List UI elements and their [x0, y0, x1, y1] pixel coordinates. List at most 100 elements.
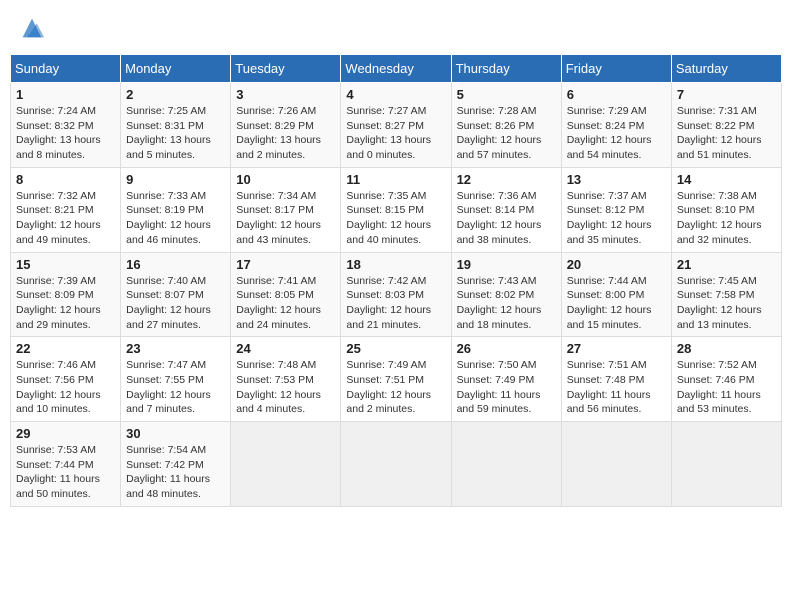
calendar-day-cell: 30Sunrise: 7:54 AMSunset: 7:42 PMDayligh…	[121, 422, 231, 507]
day-number: 7	[677, 87, 776, 102]
day-info: Sunrise: 7:40 AMSunset: 8:07 PMDaylight:…	[126, 274, 225, 333]
day-number: 19	[457, 257, 556, 272]
day-info: Sunrise: 7:46 AMSunset: 7:56 PMDaylight:…	[16, 358, 115, 417]
calendar-day-cell: 13 Sunrise: 7:37 AMSunset: 8:12 PMDayligh…	[561, 167, 671, 252]
day-number: 25	[346, 341, 445, 356]
day-info: Sunrise: 7:50 AMSunset: 7:49 PMDaylight:…	[457, 358, 556, 417]
day-number: 26	[457, 341, 556, 356]
day-number: 22	[16, 341, 115, 356]
calendar-day-cell: 10 Sunrise: 7:34 AMSunset: 8:17 PMDayligh…	[231, 167, 341, 252]
day-info: Sunrise: 7:48 AMSunset: 7:53 PMDaylight:…	[236, 358, 335, 417]
calendar-day-cell: 5 Sunrise: 7:28 AMSunset: 8:26 PMDaylight…	[451, 83, 561, 168]
calendar-week-row: 1Sunrise: 7:24 AMSunset: 8:32 PMDaylight…	[11, 83, 782, 168]
calendar-day-cell: 27 Sunrise: 7:51 AMSunset: 7:48 PMDayligh…	[561, 337, 671, 422]
day-number: 8	[16, 172, 115, 187]
calendar-day-cell	[671, 422, 781, 507]
day-number: 6	[567, 87, 666, 102]
day-number: 3	[236, 87, 335, 102]
calendar-day-cell: 1Sunrise: 7:24 AMSunset: 8:32 PMDaylight…	[11, 83, 121, 168]
day-info: Sunrise: 7:43 AMSunset: 8:02 PMDaylight:…	[457, 274, 556, 333]
calendar-week-row: 29 Sunrise: 7:53 AMSunset: 7:44 PMDayligh…	[11, 422, 782, 507]
day-number: 21	[677, 257, 776, 272]
day-info: Sunrise: 7:32 AMSunset: 8:21 PMDaylight:…	[16, 189, 115, 248]
day-info: Sunrise: 7:33 AMSunset: 8:19 PMDaylight:…	[126, 189, 225, 248]
calendar-week-row: 22 Sunrise: 7:46 AMSunset: 7:56 PMDayligh…	[11, 337, 782, 422]
day-info: Sunrise: 7:42 AMSunset: 8:03 PMDaylight:…	[346, 274, 445, 333]
calendar-day-cell: 19 Sunrise: 7:43 AMSunset: 8:02 PMDayligh…	[451, 252, 561, 337]
column-header-wednesday: Wednesday	[341, 55, 451, 83]
calendar-day-cell: 24 Sunrise: 7:48 AMSunset: 7:53 PMDayligh…	[231, 337, 341, 422]
day-number: 2	[126, 87, 225, 102]
calendar-day-cell: 4 Sunrise: 7:27 AMSunset: 8:27 PMDaylight…	[341, 83, 451, 168]
calendar-day-cell: 17 Sunrise: 7:41 AMSunset: 8:05 PMDayligh…	[231, 252, 341, 337]
calendar-day-cell	[451, 422, 561, 507]
calendar-day-cell	[561, 422, 671, 507]
calendar-day-cell: 2 Sunrise: 7:25 AMSunset: 8:31 PMDaylight…	[121, 83, 231, 168]
day-info: Sunrise: 7:47 AMSunset: 7:55 PMDaylight:…	[126, 358, 225, 417]
day-info: Sunrise: 7:54 AMSunset: 7:42 PMDaylight:…	[126, 443, 225, 502]
header	[10, 10, 782, 46]
day-number: 27	[567, 341, 666, 356]
day-info: Sunrise: 7:38 AMSunset: 8:10 PMDaylight:…	[677, 189, 776, 248]
day-number: 28	[677, 341, 776, 356]
calendar-day-cell	[231, 422, 341, 507]
day-info: Sunrise: 7:41 AMSunset: 8:05 PMDaylight:…	[236, 274, 335, 333]
day-info: Sunrise: 7:37 AMSunset: 8:12 PMDaylight:…	[567, 189, 666, 248]
day-info: Sunrise: 7:52 AMSunset: 7:46 PMDaylight:…	[677, 358, 776, 417]
calendar-day-cell: 20 Sunrise: 7:44 AMSunset: 8:00 PMDayligh…	[561, 252, 671, 337]
day-info: Sunrise: 7:51 AMSunset: 7:48 PMDaylight:…	[567, 358, 666, 417]
day-info: Sunrise: 7:36 AMSunset: 8:14 PMDaylight:…	[457, 189, 556, 248]
day-number: 12	[457, 172, 556, 187]
day-info: Sunrise: 7:49 AMSunset: 7:51 PMDaylight:…	[346, 358, 445, 417]
calendar-day-cell: 18Sunrise: 7:42 AMSunset: 8:03 PMDayligh…	[341, 252, 451, 337]
calendar-day-cell: 16Sunrise: 7:40 AMSunset: 8:07 PMDayligh…	[121, 252, 231, 337]
day-info: Sunrise: 7:27 AMSunset: 8:27 PMDaylight:…	[346, 104, 445, 163]
column-header-thursday: Thursday	[451, 55, 561, 83]
day-number: 5	[457, 87, 556, 102]
calendar-day-cell: 14 Sunrise: 7:38 AMSunset: 8:10 PMDayligh…	[671, 167, 781, 252]
day-info: Sunrise: 7:25 AMSunset: 8:31 PMDaylight:…	[126, 104, 225, 163]
calendar-day-cell: 8 Sunrise: 7:32 AMSunset: 8:21 PMDaylight…	[11, 167, 121, 252]
calendar-day-cell	[341, 422, 451, 507]
day-number: 14	[677, 172, 776, 187]
day-number: 4	[346, 87, 445, 102]
day-info: Sunrise: 7:29 AMSunset: 8:24 PMDaylight:…	[567, 104, 666, 163]
day-info: Sunrise: 7:34 AMSunset: 8:17 PMDaylight:…	[236, 189, 335, 248]
column-header-tuesday: Tuesday	[231, 55, 341, 83]
calendar-day-cell: 7Sunrise: 7:31 AMSunset: 8:22 PMDaylight…	[671, 83, 781, 168]
logo-icon	[18, 14, 46, 42]
calendar-day-cell: 28 Sunrise: 7:52 AMSunset: 7:46 PMDayligh…	[671, 337, 781, 422]
calendar-day-cell: 25 Sunrise: 7:49 AMSunset: 7:51 PMDayligh…	[341, 337, 451, 422]
day-info: Sunrise: 7:44 AMSunset: 8:00 PMDaylight:…	[567, 274, 666, 333]
day-info: Sunrise: 7:39 AMSunset: 8:09 PMDaylight:…	[16, 274, 115, 333]
calendar-day-cell: 15 Sunrise: 7:39 AMSunset: 8:09 PMDayligh…	[11, 252, 121, 337]
calendar-day-cell: 22 Sunrise: 7:46 AMSunset: 7:56 PMDayligh…	[11, 337, 121, 422]
day-number: 15	[16, 257, 115, 272]
day-number: 24	[236, 341, 335, 356]
day-number: 23	[126, 341, 225, 356]
column-header-friday: Friday	[561, 55, 671, 83]
day-info: Sunrise: 7:53 AMSunset: 7:44 PMDaylight:…	[16, 443, 115, 502]
logo	[16, 14, 46, 42]
column-header-saturday: Saturday	[671, 55, 781, 83]
day-number: 29	[16, 426, 115, 441]
calendar-day-cell: 21Sunrise: 7:45 AMSunset: 7:58 PMDayligh…	[671, 252, 781, 337]
calendar-table: SundayMondayTuesdayWednesdayThursdayFrid…	[10, 54, 782, 507]
day-number: 17	[236, 257, 335, 272]
column-header-sunday: Sunday	[11, 55, 121, 83]
day-info: Sunrise: 7:28 AMSunset: 8:26 PMDaylight:…	[457, 104, 556, 163]
calendar-day-cell: 12 Sunrise: 7:36 AMSunset: 8:14 PMDayligh…	[451, 167, 561, 252]
calendar-day-cell: 3 Sunrise: 7:26 AMSunset: 8:29 PMDaylight…	[231, 83, 341, 168]
calendar-week-row: 8 Sunrise: 7:32 AMSunset: 8:21 PMDaylight…	[11, 167, 782, 252]
calendar-day-cell: 9Sunrise: 7:33 AMSunset: 8:19 PMDaylight…	[121, 167, 231, 252]
calendar-week-row: 15 Sunrise: 7:39 AMSunset: 8:09 PMDayligh…	[11, 252, 782, 337]
day-info: Sunrise: 7:26 AMSunset: 8:29 PMDaylight:…	[236, 104, 335, 163]
calendar-day-cell: 11Sunrise: 7:35 AMSunset: 8:15 PMDayligh…	[341, 167, 451, 252]
calendar-day-cell: 23 Sunrise: 7:47 AMSunset: 7:55 PMDayligh…	[121, 337, 231, 422]
day-number: 20	[567, 257, 666, 272]
calendar-header-row: SundayMondayTuesdayWednesdayThursdayFrid…	[11, 55, 782, 83]
column-header-monday: Monday	[121, 55, 231, 83]
day-number: 13	[567, 172, 666, 187]
calendar-day-cell: 6 Sunrise: 7:29 AMSunset: 8:24 PMDaylight…	[561, 83, 671, 168]
day-number: 10	[236, 172, 335, 187]
